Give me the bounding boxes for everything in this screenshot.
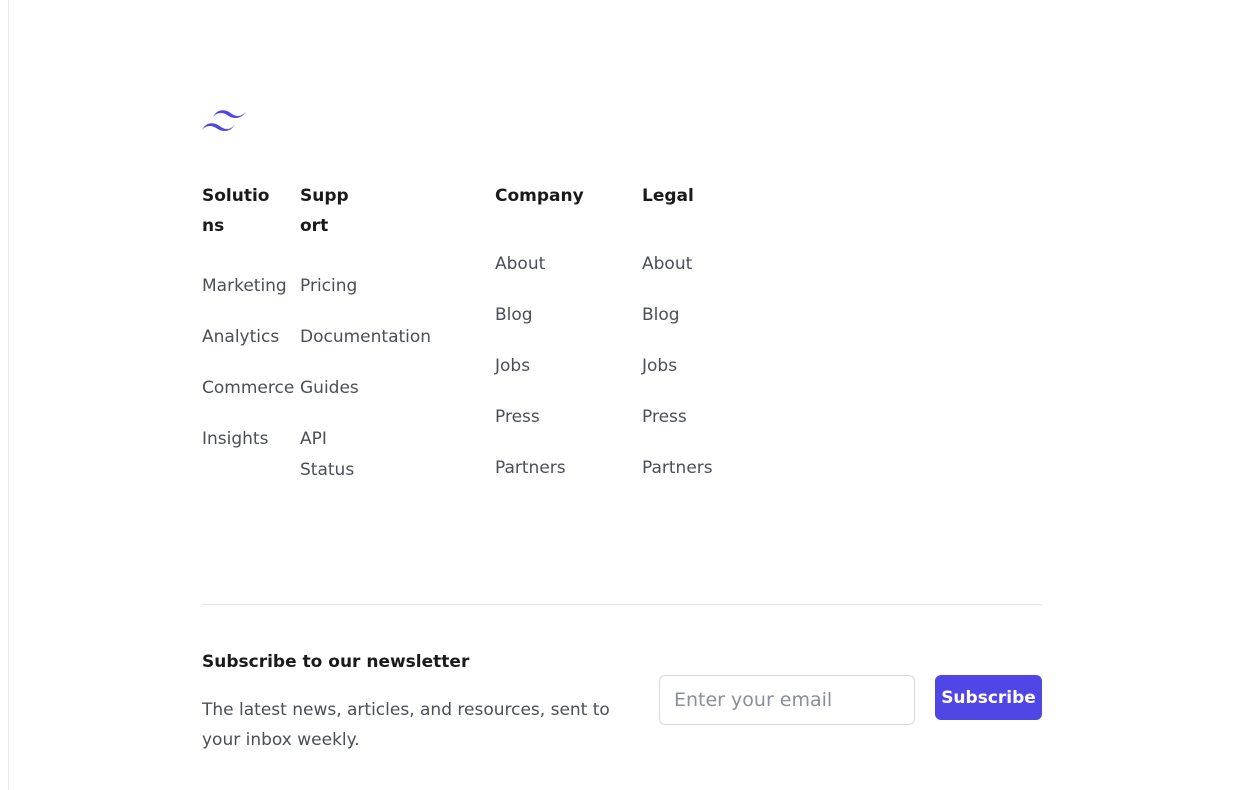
footer-divider [202,604,1042,605]
footer-link[interactable]: Blog [495,300,625,331]
footer-link[interactable]: Press [495,402,625,433]
footer-column-legal: Legal About Blog Jobs Press Partners [642,181,772,504]
logo-icon [202,110,246,131]
footer-link[interactable]: Pricing [300,271,425,302]
footer-column-support: Support Pricing Documentation Guides API… [300,181,431,506]
link-list: About Blog Jobs Press Partners [495,249,625,484]
link-list: Marketing Analytics Commerce Insights [202,271,294,455]
newsletter-section: Subscribe to our newsletter The latest n… [202,648,622,755]
column-heading: Solutions [202,186,270,236]
footer-column-company: Company About Blog Jobs Press Partners [495,181,625,504]
column-heading: Support [300,186,349,236]
column-heading: Company [495,186,584,206]
footer-link[interactable]: Press [642,402,772,433]
link-list: Pricing Documentation Guides API Status [300,271,431,486]
footer-link[interactable]: Insights [202,424,272,455]
footer-link[interactable]: About [642,249,772,280]
footer-link[interactable]: Partners [642,453,772,484]
footer-link[interactable]: Documentation [300,322,431,353]
footer-link[interactable]: Analytics [202,322,279,353]
footer-column-solutions: Solutions Marketing Analytics Commerce I… [202,181,294,475]
footer-link[interactable]: Blog [642,300,772,331]
footer-link[interactable]: Partners [495,453,625,484]
footer-link[interactable]: Guides [300,373,425,404]
footer-link[interactable]: Marketing [202,271,287,302]
newsletter-title: Subscribe to our newsletter [202,652,470,672]
newsletter-description: The latest news, articles, and resources… [202,700,610,750]
footer-link[interactable]: Jobs [642,351,772,382]
footer-link[interactable]: Commerce [202,373,294,404]
column-heading: Legal [642,186,694,206]
page-edge-divider [0,0,9,790]
footer-link[interactable]: About [495,249,625,280]
link-list: About Blog Jobs Press Partners [642,249,772,484]
subscribe-button[interactable]: Subscribe [935,675,1042,720]
footer-link[interactable]: Jobs [495,351,625,382]
footer-link[interactable]: API Status [300,424,355,486]
email-input[interactable] [659,675,915,725]
